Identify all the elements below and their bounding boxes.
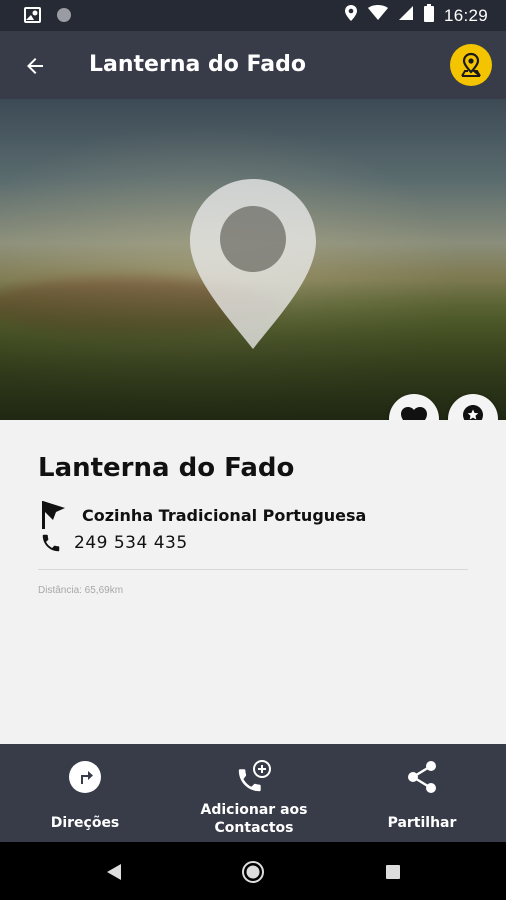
- back-button[interactable]: [20, 51, 50, 81]
- category-row: Cozinha Tradicional Portuguesa: [40, 500, 366, 530]
- arrow-left-icon: [27, 58, 43, 74]
- add-to-contacts-label: Adicionar aos Contactos: [201, 801, 308, 837]
- signal-icon: [398, 5, 414, 26]
- map-notification-icon: [24, 6, 42, 29]
- place-name: Lanterna do Fado: [38, 453, 295, 483]
- battery-icon: [423, 4, 434, 27]
- app-bar: Lanterna do Fado: [0, 31, 506, 99]
- add-contact-icon: [238, 760, 271, 792]
- phone-icon: [42, 534, 60, 552]
- nav-back-button[interactable]: [102, 860, 126, 884]
- directions-label: Direções: [50, 815, 120, 831]
- flag-icon: [42, 501, 65, 529]
- add-to-contacts-label-line1: Adicionar aos: [200, 802, 308, 818]
- circle-home-icon: [242, 861, 264, 883]
- square-recents-icon: [386, 865, 400, 879]
- directions-icon: [69, 761, 101, 793]
- status-bar: 16:29: [0, 0, 506, 31]
- nav-recents-button[interactable]: [381, 860, 405, 884]
- directions-button[interactable]: Direções: [35, 744, 135, 842]
- share-button[interactable]: Partilhar: [372, 744, 472, 842]
- distance-label: Distância: 65,69km: [38, 585, 124, 596]
- circle-notification-icon: [56, 7, 72, 28]
- system-nav-bar: [0, 842, 506, 900]
- phone-number[interactable]: 249 534 435: [74, 533, 188, 553]
- share-icon: [408, 761, 436, 793]
- wifi-icon: [367, 5, 388, 26]
- share-label: Partilhar: [387, 815, 457, 831]
- add-to-contacts-label-line2: Contactos: [214, 820, 294, 836]
- map-pin-icon: [461, 52, 481, 77]
- bottom-action-bar: Direções Adicionar aos Contactos Partilh…: [0, 744, 506, 842]
- location-pin-icon: [190, 179, 316, 349]
- status-time: 16:29: [443, 5, 488, 25]
- category-label: Cozinha Tradicional Portuguesa: [82, 505, 367, 525]
- triangle-back-icon: [107, 864, 121, 880]
- place-hero-image: [0, 99, 506, 420]
- nav-home-button[interactable]: [241, 860, 265, 884]
- place-details: Lanterna do Fado Cozinha Tradicional Por…: [0, 420, 506, 744]
- divider: [38, 569, 468, 570]
- page-title: Lanterna do Fado: [89, 52, 306, 77]
- phone-row[interactable]: 249 534 435: [40, 532, 188, 554]
- location-icon: [344, 4, 358, 27]
- map-location-button[interactable]: [450, 44, 492, 86]
- add-to-contacts-button[interactable]: Adicionar aos Contactos: [190, 744, 318, 842]
